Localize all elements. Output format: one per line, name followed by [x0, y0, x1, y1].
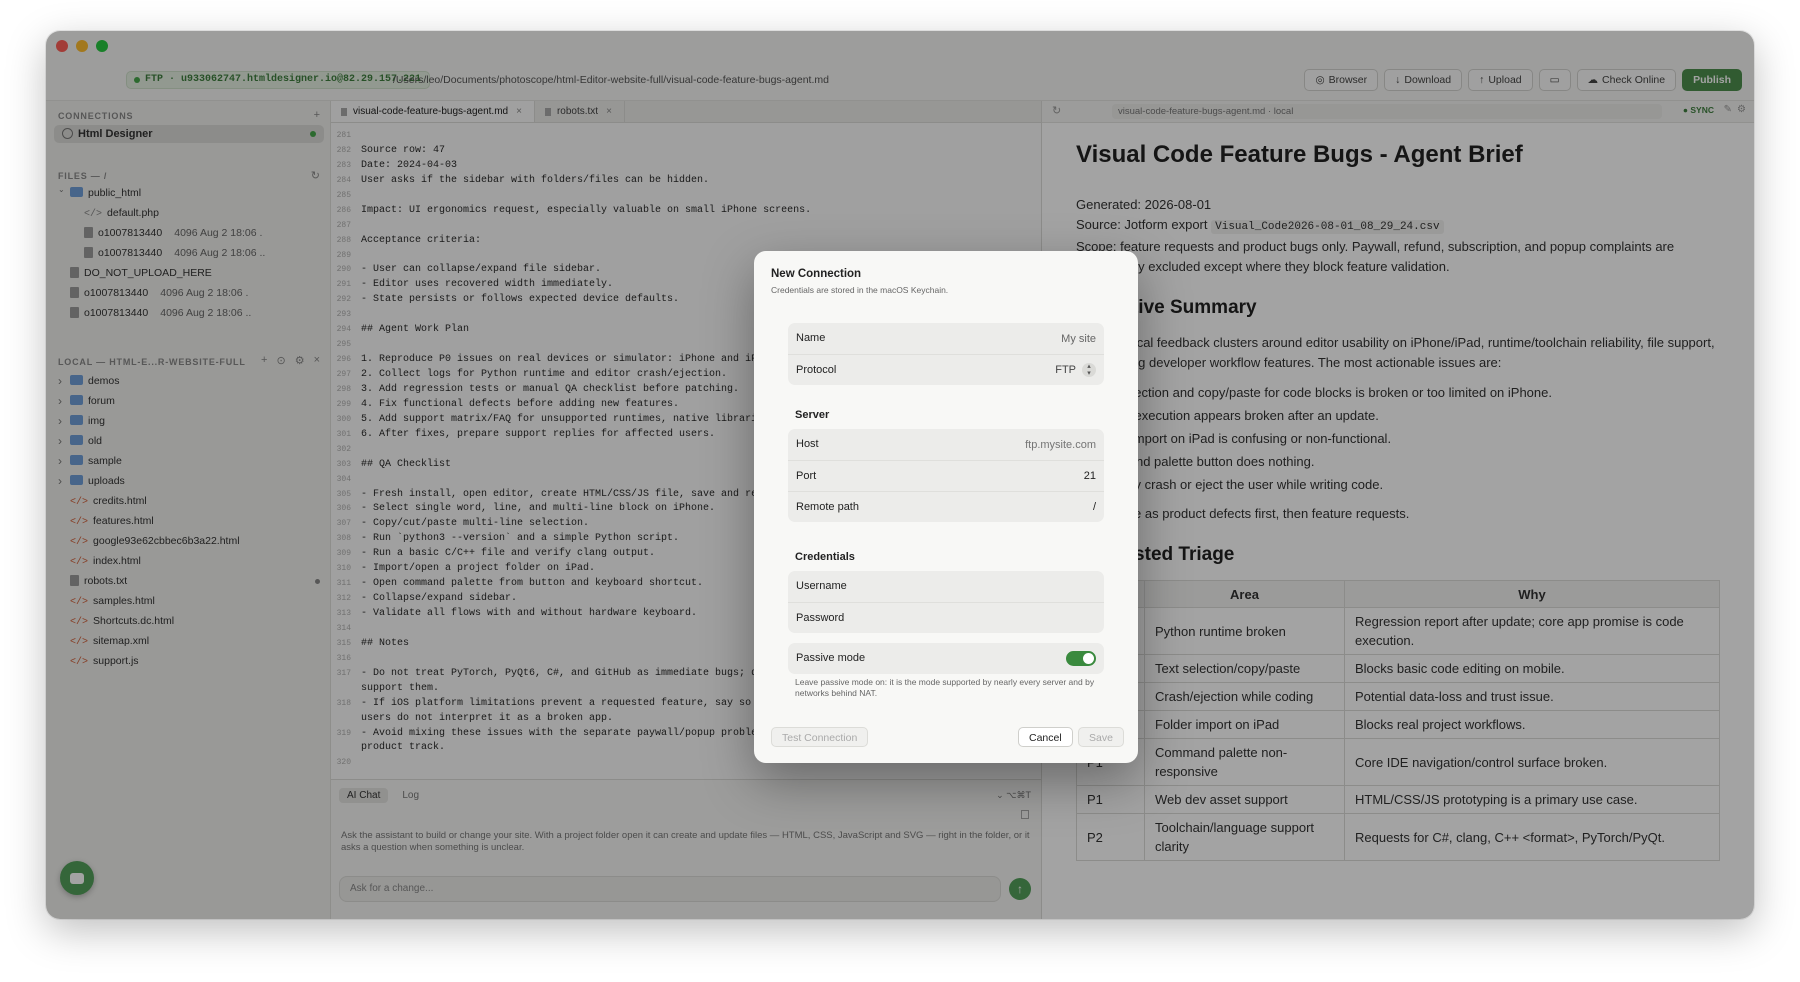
protocol-select[interactable]: FTP	[1055, 364, 1076, 376]
password-row: Password	[788, 602, 1104, 633]
remote-path-row: Remote path	[788, 491, 1104, 522]
host-row: Host	[788, 429, 1104, 460]
password-input[interactable]	[936, 603, 1096, 633]
passive-mode-note: Leave passive mode on: it is the mode su…	[795, 677, 1095, 698]
cancel-button[interactable]: Cancel	[1018, 727, 1073, 747]
name-input[interactable]	[936, 323, 1096, 354]
name-row: Name	[788, 323, 1104, 354]
passive-mode-row: Passive mode	[788, 643, 1104, 674]
dialog-subtitle: Credentials are stored in the macOS Keyc…	[771, 285, 949, 295]
port-input[interactable]	[936, 461, 1096, 491]
passive-mode-toggle[interactable]	[1066, 650, 1096, 666]
app-window: FTP · u933062747.htmldesigner.io@82.29.1…	[46, 31, 1754, 919]
credentials-heading: Credentials	[795, 551, 855, 563]
new-connection-dialog: New Connection Credentials are stored in…	[754, 251, 1138, 763]
remote-path-input[interactable]	[936, 492, 1096, 522]
test-connection-button[interactable]: Test Connection	[771, 727, 869, 747]
host-input[interactable]	[936, 429, 1096, 460]
save-button[interactable]: Save	[1078, 727, 1124, 747]
username-input[interactable]	[936, 571, 1096, 602]
username-row: Username	[788, 571, 1104, 602]
dialog-title: New Connection	[771, 268, 862, 280]
server-heading: Server	[795, 409, 830, 421]
protocol-row[interactable]: Protocol FTP ▴ ▾	[788, 354, 1104, 385]
up-down-chevron-icon[interactable]: ▴ ▾	[1082, 363, 1096, 378]
port-row: Port	[788, 460, 1104, 491]
